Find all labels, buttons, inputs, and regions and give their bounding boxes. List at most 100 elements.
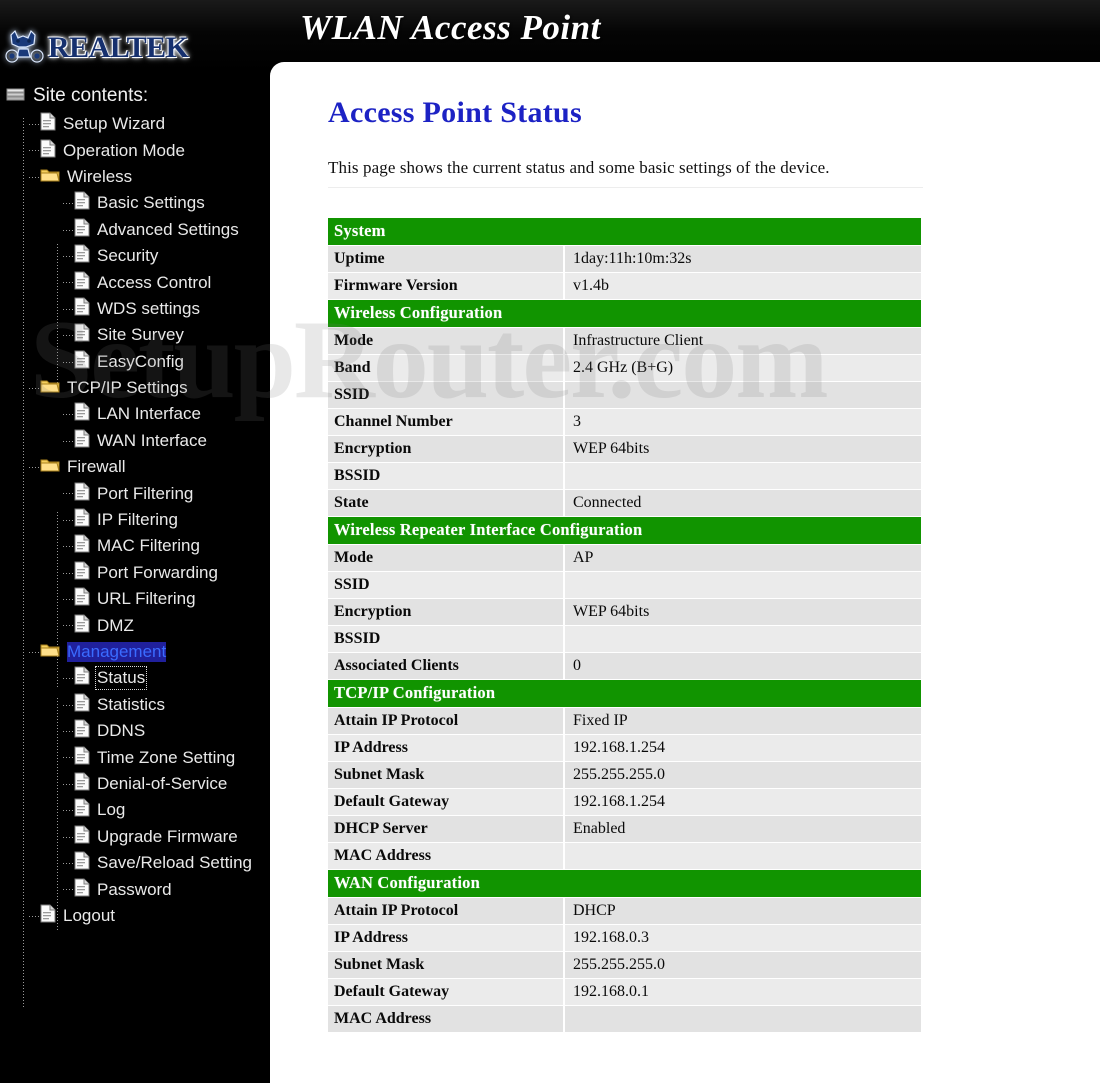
row-value: 255.255.255.0 (565, 762, 921, 789)
tree-connector (29, 124, 40, 125)
page-root: WLAN Access Point REALTEK Site contents:… (0, 0, 1100, 1083)
sidebar-item-label: WDS settings (97, 298, 200, 318)
sidebar-item-wds-settings[interactable]: WDS settings (6, 296, 270, 322)
tree-connector (63, 862, 74, 864)
folder-icon (40, 641, 60, 663)
sidebar-item-label: MAC Filtering (97, 536, 200, 556)
tree-connector (63, 836, 74, 838)
table-row: Channel Number 3 (328, 409, 921, 436)
row-key: Firmware Version (328, 273, 565, 300)
row-value: v1.4b (565, 273, 921, 300)
realtek-wordmark: REALTEK (48, 31, 189, 64)
tree-connector (63, 810, 74, 812)
row-key: DHCP Server (328, 816, 565, 843)
table-row: Default Gateway 192.168.1.254 (328, 789, 921, 816)
tree-connector (63, 783, 74, 785)
page-icon (74, 772, 90, 796)
row-key: BSSID (328, 626, 565, 653)
tree-connector (63, 255, 74, 257)
table-row: BSSID (328, 626, 921, 653)
table-row: SSID (328, 382, 921, 409)
sidebar-item-basic-settings[interactable]: Basic Settings (6, 190, 270, 216)
sidebar-item-ip-filtering[interactable]: IP Filtering (6, 507, 270, 533)
page-icon (74, 587, 90, 611)
table-row: Attain IP Protocol Fixed IP (328, 708, 921, 735)
row-value (565, 463, 921, 490)
sidebar-item-advanced-settings[interactable]: Advanced Settings (6, 217, 270, 243)
sidebar-item-label: Site Survey (97, 325, 184, 345)
table-row: IP Address 192.168.0.3 (328, 925, 921, 952)
row-key: Channel Number (328, 409, 565, 436)
sidebar-item-label: Upgrade Firmware (97, 826, 238, 846)
sidebar-item-denial-of-service[interactable]: Denial-of-Service (6, 771, 270, 797)
row-key: Mode (328, 328, 565, 355)
sidebar-item-upgrade-firmware[interactable]: Upgrade Firmware (6, 824, 270, 850)
row-key: IP Address (328, 735, 565, 762)
sidebar-item-status[interactable]: Status (6, 665, 270, 691)
row-value: 3 (565, 409, 921, 436)
row-key: SSID (328, 382, 565, 409)
row-key: MAC Address (328, 1006, 565, 1033)
sidebar-item-label: Time Zone Setting (97, 747, 236, 767)
row-key: Encryption (328, 599, 565, 626)
tree-connector (63, 546, 74, 548)
site-contents-icon (6, 84, 26, 109)
sidebar-item-site-survey[interactable]: Site Survey (6, 322, 270, 348)
sidebar-item-ddns[interactable]: DDNS (6, 718, 270, 744)
sidebar-item-tcp-ip-settings[interactable]: TCP/IP Settings (6, 375, 270, 401)
sidebar-item-mac-filtering[interactable]: MAC Filtering (6, 533, 270, 559)
sidebar-item-password[interactable]: Password (6, 876, 270, 902)
sidebar-item-management[interactable]: Management (6, 639, 270, 665)
row-key: State (328, 490, 565, 517)
table-row: Attain IP Protocol DHCP (328, 898, 921, 925)
sidebar-item-url-filtering[interactable]: URL Filtering (6, 586, 270, 612)
sidebar-item-statistics[interactable]: Statistics (6, 692, 270, 718)
table-row: Uptime 1day:11h:10m:32s (328, 246, 921, 273)
sidebar-item-dmz[interactable]: DMZ (6, 612, 270, 638)
sidebar-item-label: Statistics (97, 694, 166, 714)
page-icon (40, 904, 56, 928)
sidebar-item-label: DDNS (97, 721, 146, 741)
table-section-header: Wireless Configuration (328, 300, 921, 328)
sidebar-item-time-zone-setting[interactable]: Time Zone Setting (6, 744, 270, 770)
sidebar-item-logout[interactable]: Logout (6, 903, 270, 929)
page-icon (74, 323, 90, 347)
row-key: Default Gateway (328, 979, 565, 1006)
sidebar-item-easyconfig[interactable]: EasyConfig (6, 349, 270, 375)
sidebar-item-port-filtering[interactable]: Port Filtering (6, 480, 270, 506)
row-key: Associated Clients (328, 653, 565, 680)
sidebar-item-wireless[interactable]: Wireless (6, 164, 270, 190)
sidebar-nav: Site contents: Setup Wizard Operation Mod… (0, 72, 270, 1083)
tree-connector (63, 678, 74, 680)
sidebar-item-setup-wizard[interactable]: Setup Wizard (6, 111, 270, 137)
tree-connector (63, 757, 74, 759)
sidebar-item-security[interactable]: Security (6, 243, 270, 269)
sidebar-item-label: Status (94, 666, 148, 691)
row-value (565, 382, 921, 409)
row-key: Mode (328, 545, 565, 572)
sidebar-item-operation-mode[interactable]: Operation Mode (6, 137, 270, 163)
tree-connector (63, 625, 74, 627)
sidebar-item-lan-interface[interactable]: LAN Interface (6, 401, 270, 427)
table-row: SSID (328, 572, 921, 599)
page-icon (74, 851, 90, 875)
sidebar-item-access-control[interactable]: Access Control (6, 269, 270, 295)
site-contents-root: Site contents: (6, 84, 270, 109)
row-value: Connected (565, 490, 921, 517)
sidebar-item-port-forwarding[interactable]: Port Forwarding (6, 560, 270, 586)
sidebar-item-log[interactable]: Log (6, 797, 270, 823)
sidebar-item-label: Setup Wizard (63, 114, 166, 134)
page-icon (74, 825, 90, 849)
row-value: 255.255.255.0 (565, 952, 921, 979)
tree-connector (63, 704, 74, 706)
table-row: MAC Address (328, 843, 921, 870)
page-icon (74, 719, 90, 743)
sidebar-item-save-reload-setting[interactable]: Save/Reload Setting (6, 850, 270, 876)
row-value: WEP 64bits (565, 436, 921, 463)
sidebar-item-wan-interface[interactable]: WAN Interface (6, 428, 270, 454)
section-heading: WAN Configuration (328, 870, 921, 898)
folder-icon (40, 377, 60, 399)
page-icon (74, 508, 90, 532)
sidebar-item-firewall[interactable]: Firewall (6, 454, 270, 480)
page-icon (74, 534, 90, 558)
